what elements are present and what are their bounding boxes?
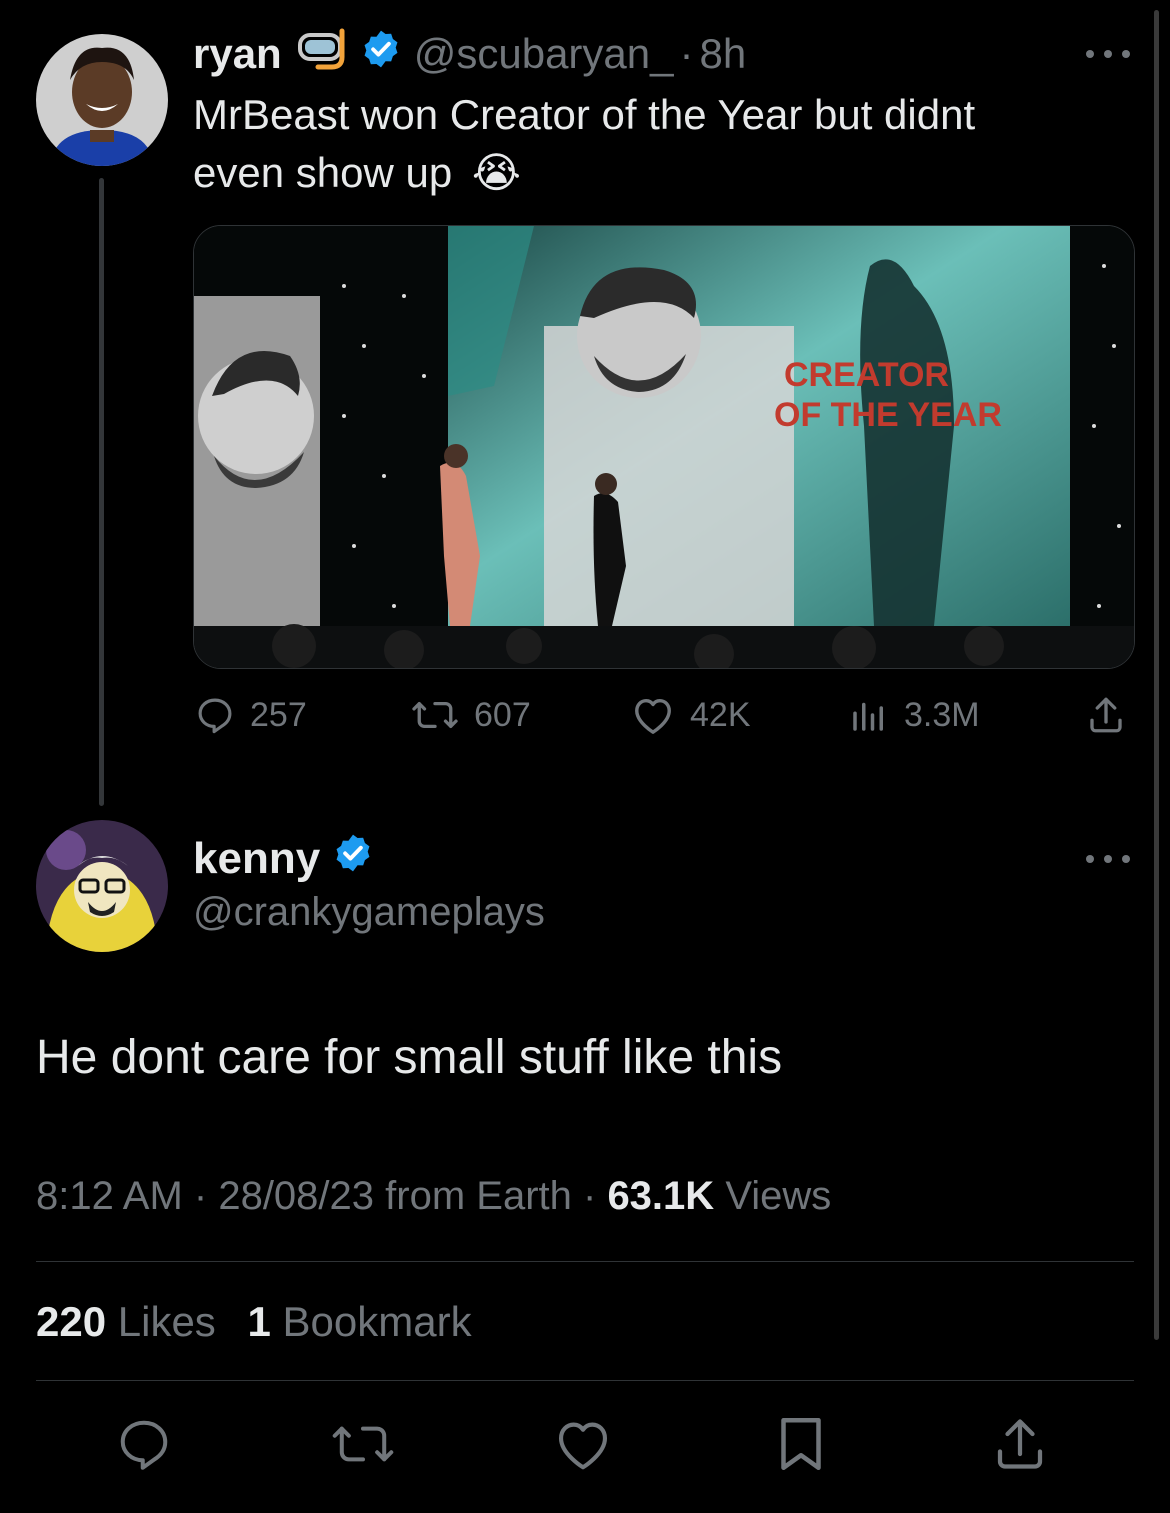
like-count: 42K (690, 695, 751, 734)
retweet-count: 607 (474, 695, 531, 734)
media-overlay-line2: OF THE YEAR (774, 396, 1002, 434)
likes-stat[interactable]: 220 Likes (36, 1298, 216, 1345)
tweet-views-count: 63.1K (607, 1174, 715, 1218)
like-icon (635, 698, 671, 734)
more-icon[interactable] (1086, 44, 1130, 64)
tweet-views-label: Views (725, 1174, 832, 1218)
scrollbar[interactable] (1154, 10, 1159, 1340)
retweet-button[interactable]: 607 (410, 694, 531, 736)
retweet-icon (332, 1426, 394, 1462)
retweet-button[interactable] (330, 1414, 396, 1479)
bookmarks-stat[interactable]: 1 Bookmark (247, 1298, 471, 1345)
like-button[interactable] (552, 1414, 614, 1479)
views-count: 3.3M (904, 695, 980, 734)
bookmark-icon (781, 1418, 821, 1470)
thread-line (99, 178, 104, 806)
parent-display-name[interactable]: ryan (193, 30, 282, 78)
views-button[interactable]: 3.3M (848, 694, 980, 736)
tweet-stats: 220 Likes 1 Bookmark (36, 1298, 472, 1346)
share-button[interactable] (1084, 694, 1142, 736)
share-icon (997, 1419, 1043, 1469)
media-overlay-line1: CREATOR (784, 356, 949, 394)
main-display-name[interactable]: kenny (193, 834, 320, 884)
parent-handle[interactable]: @scubaryan_ (414, 30, 674, 78)
more-icon[interactable] (1086, 849, 1130, 869)
views-icon (853, 702, 883, 731)
tweet-source: from Earth (385, 1174, 572, 1218)
avatar-kenny[interactable] (36, 820, 168, 952)
crying-emoji: 😭 (471, 149, 521, 196)
bookmarks-label: Bookmark (282, 1298, 472, 1345)
bookmark-button[interactable] (774, 1414, 828, 1479)
tweet-time[interactable]: 8:12 AM (36, 1174, 183, 1218)
bookmarks-count: 1 (247, 1298, 271, 1345)
reply-count: 257 (250, 695, 307, 734)
separator-dot: · (679, 30, 694, 77)
like-button[interactable]: 42K (630, 694, 751, 736)
tweet-date[interactable]: 28/08/23 (218, 1174, 374, 1218)
likes-label: Likes (117, 1298, 216, 1345)
tweet-media-image[interactable]: CREATOR OF THE YEAR (193, 225, 1135, 669)
share-button[interactable] (990, 1414, 1050, 1479)
reply-icon (120, 1420, 168, 1470)
like-icon (558, 1422, 608, 1470)
share-icon (1090, 697, 1122, 733)
avatar-ryan[interactable] (36, 34, 168, 166)
parent-tweet-header: ryan @scubaryan_ · 8h (193, 26, 746, 82)
parent-text-line1: MrBeast won Creator of the Year but didn… (193, 91, 976, 138)
main-tweet-name-row: kenny (193, 832, 374, 885)
main-tweet-text: He dont care for small stuff like this (36, 1031, 783, 1084)
verified-icon (360, 28, 402, 80)
parent-tweet-text: MrBeast won Creator of the Year but didn… (193, 86, 1093, 202)
retweet-icon (412, 701, 458, 729)
divider (36, 1261, 1134, 1262)
tweet-meta: 8:12 AM · 28/08/23 from Earth · 63.1K Vi… (36, 1174, 832, 1218)
reply-button[interactable] (114, 1414, 174, 1479)
reply-icon (198, 698, 232, 734)
snorkel-icon (296, 27, 350, 81)
reply-button[interactable]: 257 (194, 694, 307, 736)
main-handle[interactable]: @crankygameplays (193, 890, 545, 935)
parent-time[interactable]: 8h (700, 30, 747, 78)
parent-text-line2: even show up (193, 149, 453, 196)
divider (36, 1380, 1134, 1381)
verified-icon (332, 832, 374, 885)
likes-count: 220 (36, 1298, 107, 1345)
